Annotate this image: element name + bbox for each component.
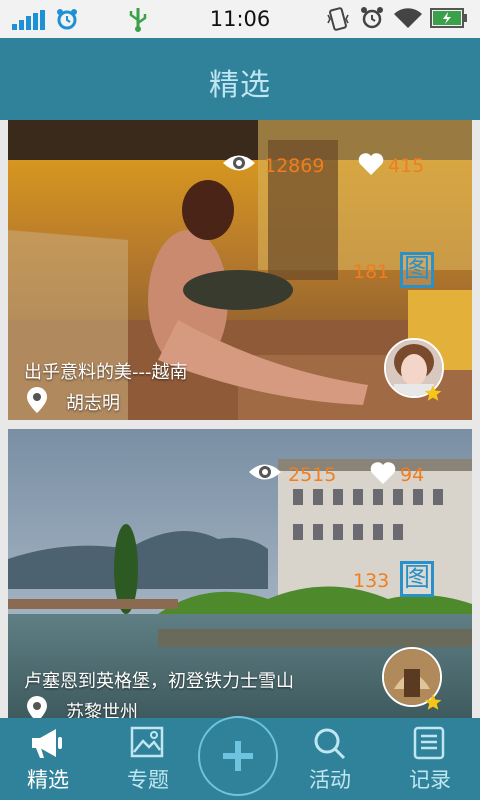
feed-list[interactable]: 12869 415 181 图 出乎意料的美---越南 胡志明 2515 94 … [0,120,480,718]
card-location[interactable]: 胡志明 [66,389,120,415]
likes-count: 415 [388,155,425,177]
views-count: 2515 [288,464,337,486]
location-pin-icon [27,387,47,413]
battery-icon [430,8,467,28]
status-bar: 11:06 [0,0,480,38]
likes-heart-icon[interactable] [358,152,384,176]
card-location[interactable]: 苏黎世州 [66,698,138,718]
tab-label: 精选 [27,768,69,792]
add-button[interactable] [198,716,278,796]
star-icon [424,385,442,401]
tab-topics[interactable]: 专题 [108,718,188,800]
likes-heart-icon[interactable] [370,461,396,485]
feed-card[interactable]: 2515 94 133 图 卢塞恩到英格堡，初登铁力士雪山 苏黎世州 [8,429,472,718]
megaphone-icon [32,729,62,758]
card-title[interactable]: 卢塞恩到英格堡，初登铁力士雪山 [24,667,294,693]
app-header: 精选 [0,38,480,120]
feed-card[interactable]: 12869 415 181 图 出乎意料的美---越南 胡志明 [8,120,472,420]
tab-label: 专题 [127,768,169,792]
gallery-badge-icon: 图 [400,561,434,597]
location-pin-icon [27,696,47,718]
bottom-tabbar: 精选 专题 活动 记录 [0,716,480,800]
alarm-clock-icon [361,7,383,29]
notebook-icon [413,726,445,760]
views-eye-icon [249,464,281,480]
card-title[interactable]: 出乎意料的美---越南 [24,358,188,384]
tab-activities[interactable]: 活动 [290,718,370,800]
tab-featured[interactable]: 精选 [8,718,88,800]
likes-count: 94 [400,464,425,486]
search-icon [314,728,346,760]
tab-label: 记录 [409,768,451,792]
picture-icon [130,726,164,758]
plus-icon [223,741,253,771]
views-eye-icon [223,155,255,171]
photo-count: 181 [353,261,390,283]
tab-label: 活动 [309,768,351,792]
views-count: 12869 [264,155,325,177]
page-title: 精选 [209,68,271,103]
tab-records[interactable]: 记录 [390,718,470,800]
star-icon [424,694,442,710]
gallery-badge-icon: 图 [400,252,434,288]
photo-count: 133 [353,570,390,592]
wifi-icon [394,8,422,28]
vibrate-icon [327,7,349,31]
